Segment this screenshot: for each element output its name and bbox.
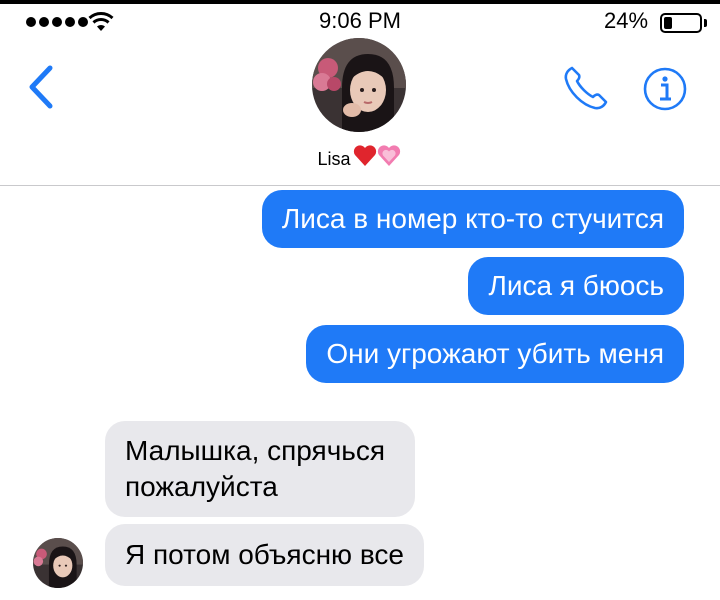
phone-icon[interactable] bbox=[562, 64, 610, 112]
battery-level bbox=[664, 17, 672, 29]
contact-name-label: Lisa bbox=[317, 149, 351, 169]
battery-nub bbox=[704, 19, 707, 27]
contact-name[interactable]: Lisa bbox=[0, 144, 720, 173]
message-bubble-incoming[interactable]: Малышка, спрячься пожалуйста bbox=[105, 421, 415, 517]
status-bar: 9:06 PM 24% bbox=[0, 4, 720, 40]
heart-emoji-icon bbox=[353, 144, 403, 173]
battery-icon bbox=[660, 13, 702, 33]
header-divider bbox=[0, 185, 720, 186]
info-icon[interactable] bbox=[642, 66, 688, 112]
battery-percent: 24% bbox=[604, 8, 649, 33]
message-bubble-incoming[interactable]: Я потом объясню все bbox=[105, 524, 424, 586]
message-bubble-outgoing[interactable]: Они угрожают убить меня bbox=[306, 325, 684, 383]
message-bubble-outgoing[interactable]: Лиса я бюось bbox=[468, 257, 684, 315]
contact-avatar[interactable] bbox=[312, 38, 406, 132]
message-bubble-outgoing[interactable]: Лиса в номер кто-то стучится bbox=[261, 190, 684, 248]
sender-avatar bbox=[33, 538, 83, 588]
chevron-left-icon[interactable] bbox=[22, 62, 62, 112]
